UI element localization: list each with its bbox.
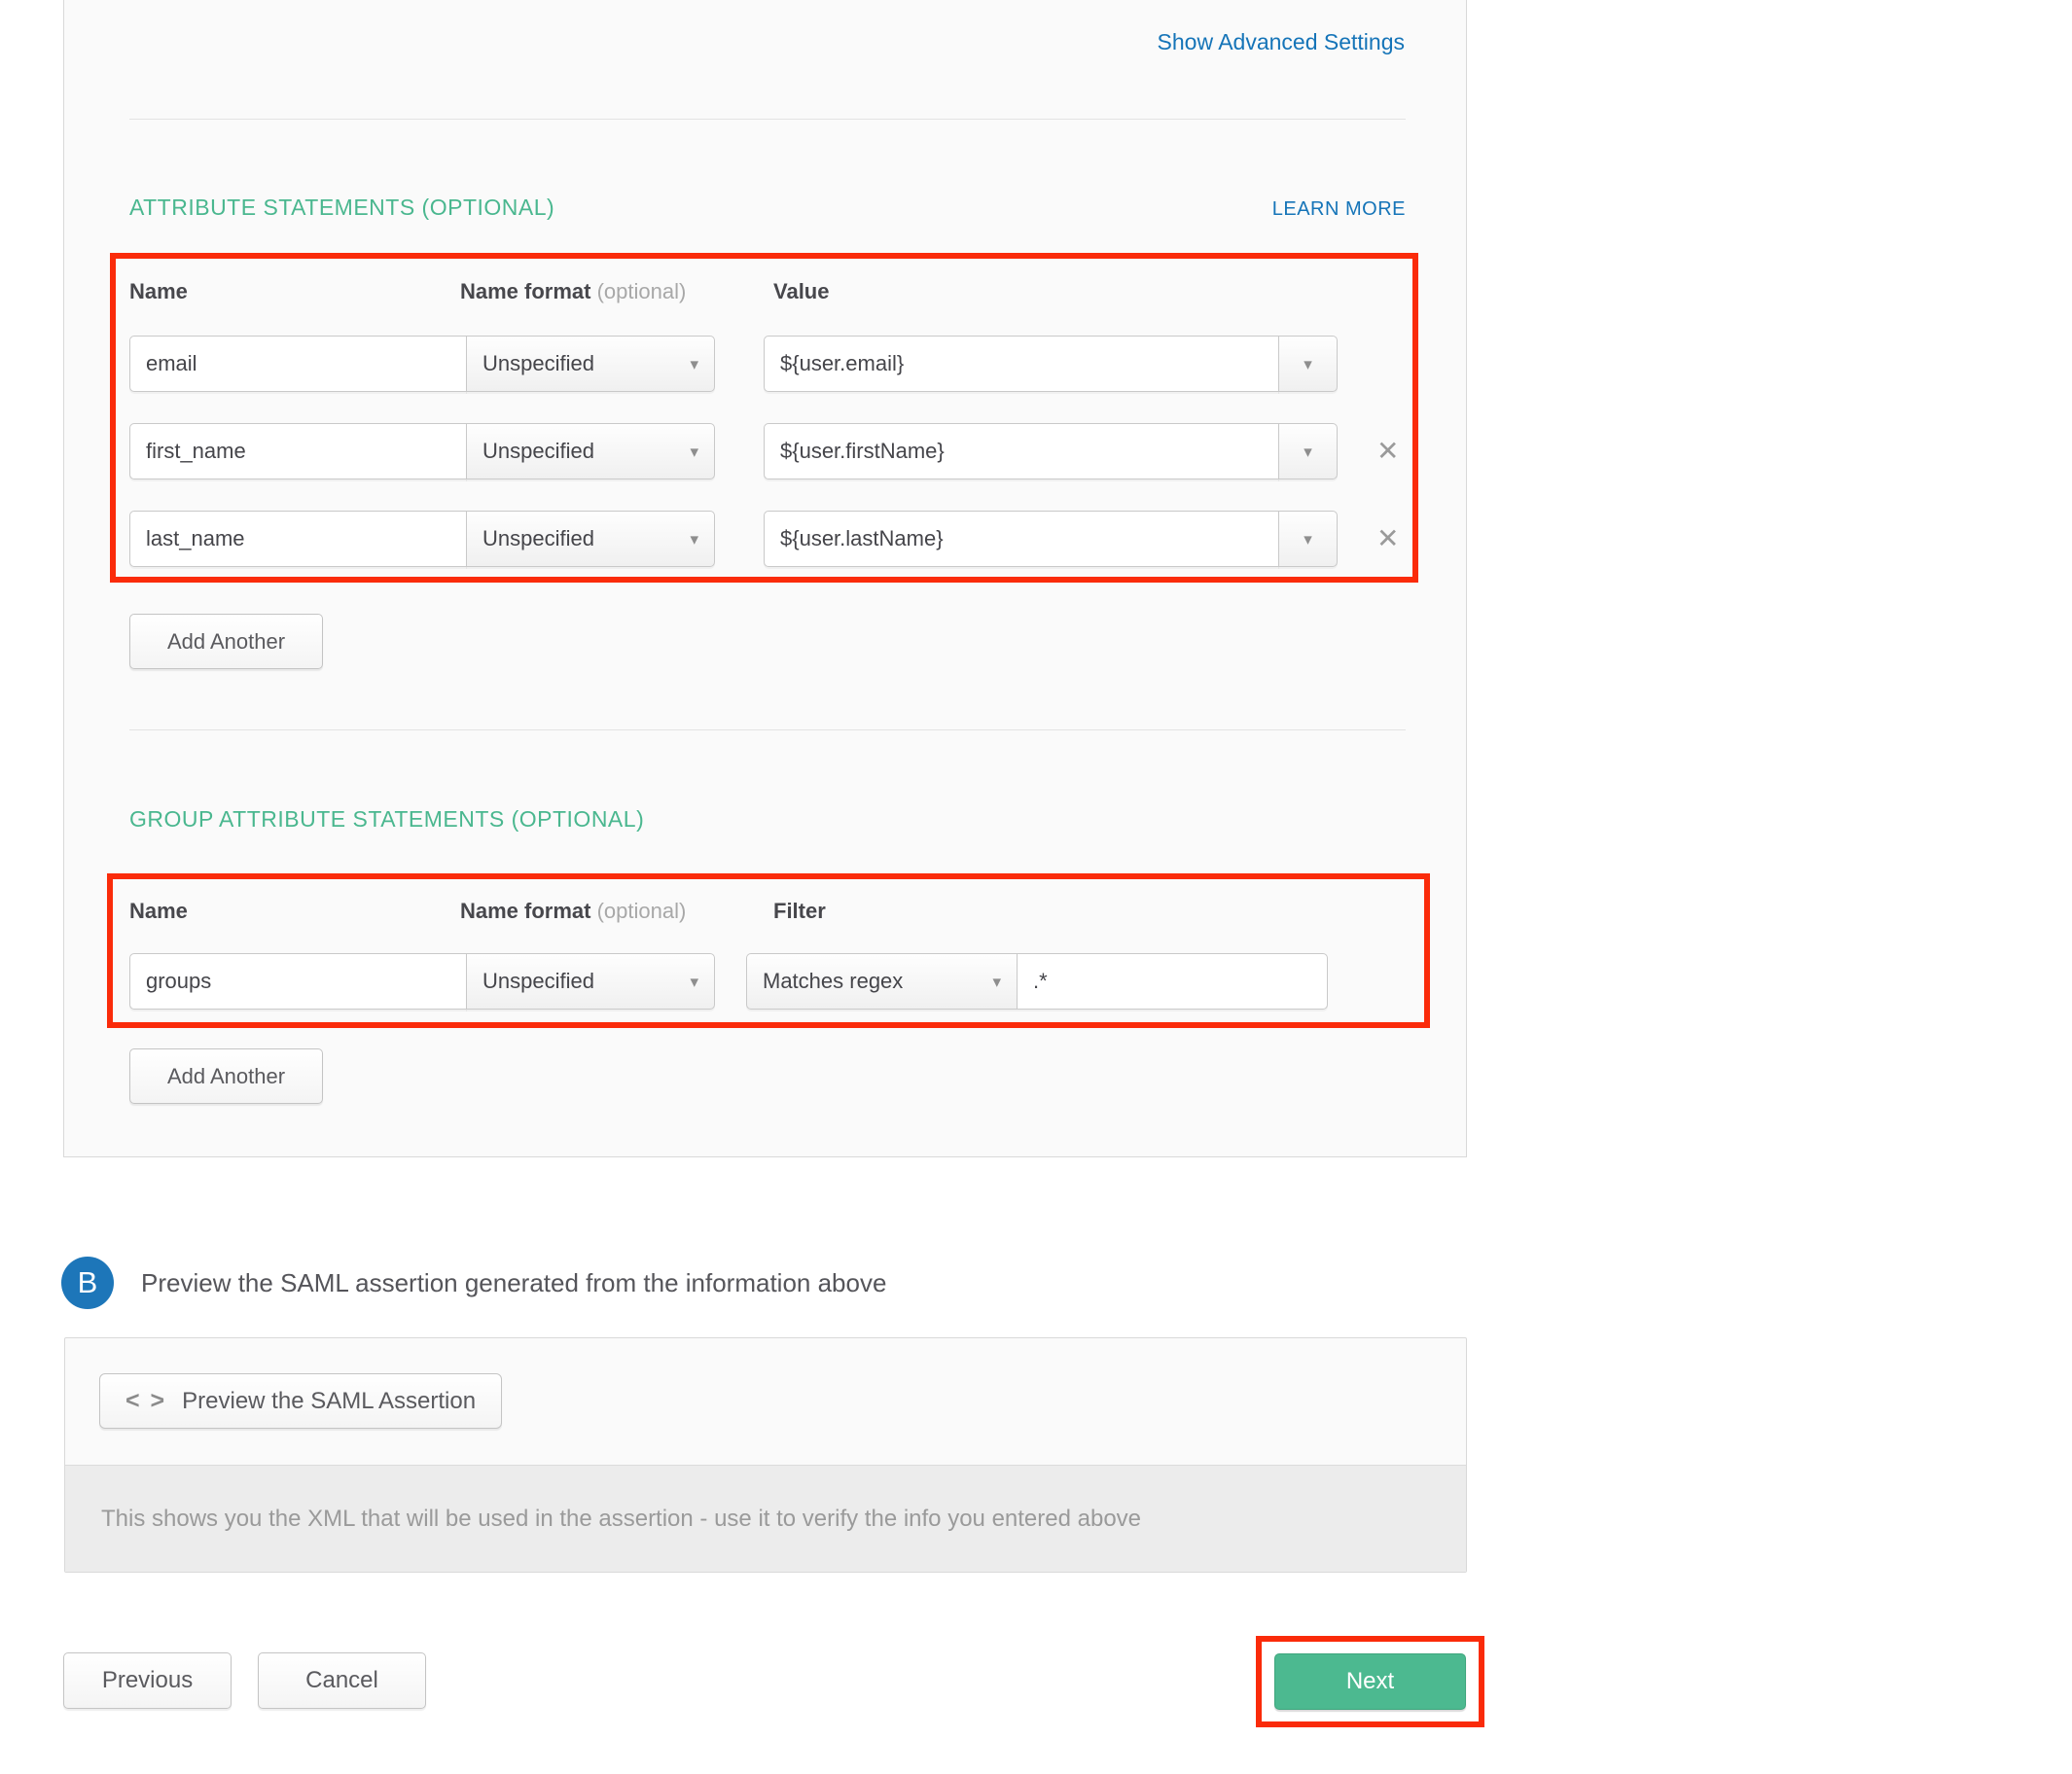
- attribute-statements-title: ATTRIBUTE STATEMENTS (OPTIONAL): [129, 195, 554, 221]
- filter-type-select[interactable]: Matches regex ▾: [746, 953, 1017, 1010]
- value-dropdown-button[interactable]: ▾: [1278, 423, 1338, 479]
- advanced-settings-row: Show Advanced Settings: [64, 0, 1466, 59]
- filter-column-header: Filter: [773, 899, 826, 924]
- selected-format: Unspecified: [482, 969, 594, 994]
- preview-saml-assertion-button[interactable]: < > Preview the SAML Assertion: [99, 1373, 502, 1429]
- name-format-select[interactable]: Unspecified ▾: [466, 336, 715, 392]
- name-format-select[interactable]: Unspecified ▾: [466, 953, 715, 1010]
- step-b-badge: B: [61, 1257, 114, 1309]
- code-icon: < >: [125, 1387, 166, 1415]
- add-another-attribute-button[interactable]: Add Another: [129, 614, 323, 669]
- name-format-label: Name format: [460, 899, 590, 923]
- group-attribute-row: Unspecified ▾ Matches regex ▾: [129, 953, 1424, 1010]
- show-advanced-settings-link[interactable]: Show Advanced Settings: [1158, 29, 1405, 54]
- step-b-row: B Preview the SAML assertion generated f…: [61, 1257, 886, 1309]
- next-button-highlight-box: Next: [1256, 1636, 1484, 1727]
- name-format-label: Name format: [460, 279, 590, 303]
- divider: [129, 119, 1406, 120]
- selected-format: Unspecified: [482, 351, 594, 376]
- attribute-value-input[interactable]: [764, 423, 1279, 479]
- name-format-select[interactable]: Unspecified ▾: [466, 423, 715, 479]
- chevron-down-icon: ▾: [1304, 444, 1312, 460]
- name-format-column-header: Name format (optional): [460, 899, 773, 924]
- value-column-header: Value: [773, 279, 829, 304]
- value-combo: ▾: [764, 336, 1338, 392]
- chevron-down-icon: ▾: [690, 974, 698, 990]
- attribute-column-headers: Name Name format (optional) Value: [129, 279, 1412, 306]
- preview-button-label: Preview the SAML Assertion: [182, 1388, 476, 1415]
- attribute-row-first-name: Unspecified ▾ ▾ ✕: [129, 423, 1412, 479]
- group-column-headers: Name Name format (optional) Filter: [129, 899, 1424, 926]
- preview-helper-text: This shows you the XML that will be used…: [65, 1465, 1466, 1572]
- group-attribute-statements-title: GROUP ATTRIBUTE STATEMENTS (OPTIONAL): [129, 806, 1406, 833]
- chevron-down-icon: ▾: [690, 531, 698, 548]
- remove-row-icon[interactable]: ✕: [1376, 438, 1399, 465]
- preview-assertion-panel: < > Preview the SAML Assertion This show…: [64, 1337, 1467, 1573]
- value-combo: ▾: [764, 423, 1338, 479]
- selected-filter-type: Matches regex: [763, 969, 903, 994]
- optional-label: (optional): [597, 899, 687, 923]
- name-column-header: Name: [129, 279, 460, 304]
- add-another-group-attribute-button[interactable]: Add Another: [129, 1048, 323, 1104]
- attribute-name-input[interactable]: [129, 511, 467, 567]
- attribute-value-input[interactable]: [764, 336, 1279, 392]
- step-b-title: Preview the SAML assertion generated fro…: [141, 1268, 886, 1298]
- name-format-column-header: Name format (optional): [460, 279, 773, 304]
- learn-more-link[interactable]: LEARN MORE: [1272, 198, 1406, 221]
- preview-panel-top: < > Preview the SAML Assertion: [65, 1338, 1466, 1465]
- value-dropdown-button[interactable]: ▾: [1278, 511, 1338, 567]
- attribute-row-email: Unspecified ▾ ▾: [129, 336, 1412, 392]
- chevron-down-icon: ▾: [690, 356, 698, 373]
- next-button[interactable]: Next: [1274, 1653, 1466, 1710]
- selected-format: Unspecified: [482, 439, 594, 464]
- chevron-down-icon: ▾: [690, 444, 698, 460]
- wizard-footer: Previous Cancel Next: [63, 1636, 1484, 1727]
- previous-button[interactable]: Previous: [63, 1652, 232, 1709]
- divider: [129, 729, 1406, 730]
- attribute-row-last-name: Unspecified ▾ ▾ ✕: [129, 511, 1412, 567]
- attribute-name-input[interactable]: [129, 423, 467, 479]
- footer-left-buttons: Previous Cancel: [63, 1652, 426, 1709]
- optional-label: (optional): [597, 279, 687, 303]
- name-column-header: Name: [129, 899, 460, 924]
- filter-value-input[interactable]: [1017, 953, 1328, 1010]
- group-name-input[interactable]: [129, 953, 467, 1010]
- selected-format: Unspecified: [482, 526, 594, 551]
- chevron-down-icon: ▾: [1304, 356, 1312, 373]
- cancel-button[interactable]: Cancel: [258, 1652, 426, 1709]
- attribute-name-input[interactable]: [129, 336, 467, 392]
- group-attribute-highlight-box: Name Name format (optional) Filter Unspe…: [107, 873, 1430, 1028]
- attribute-statements-header-row: ATTRIBUTE STATEMENTS (OPTIONAL) LEARN MO…: [129, 195, 1406, 221]
- name-format-select[interactable]: Unspecified ▾: [466, 511, 715, 567]
- attribute-value-input[interactable]: [764, 511, 1279, 567]
- chevron-down-icon: ▾: [992, 974, 1001, 990]
- value-dropdown-button[interactable]: ▾: [1278, 336, 1338, 392]
- remove-row-icon[interactable]: ✕: [1376, 525, 1399, 552]
- chevron-down-icon: ▾: [1304, 531, 1312, 548]
- saml-settings-panel: Show Advanced Settings ATTRIBUTE STATEME…: [63, 0, 1467, 1157]
- value-combo: ▾: [764, 511, 1338, 567]
- attribute-statements-highlight-box: Name Name format (optional) Value Unspec…: [110, 253, 1418, 583]
